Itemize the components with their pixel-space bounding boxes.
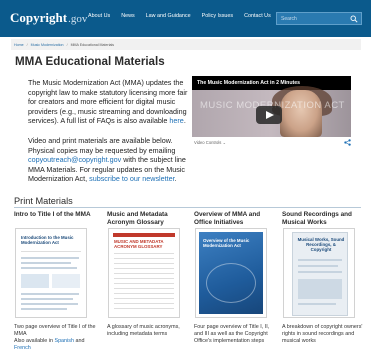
- section-divider: [14, 207, 361, 208]
- card-title[interactable]: Overview of MMA and Office Initiatives: [194, 211, 272, 228]
- card-description: A breakdown of copyright owners' rights …: [282, 324, 363, 344]
- page-title: MMA Educational Materials: [15, 55, 165, 68]
- thumb-header-band: [113, 233, 175, 237]
- thumb-table-row: [114, 278, 174, 279]
- nav-link-about-us[interactable]: About Us: [88, 13, 110, 19]
- thumb-title: MUSIC AND METADATA ACRONYM GLOSSARY: [114, 239, 164, 249]
- video-title: The Music Modernization Act in 2 Minutes: [197, 80, 300, 86]
- intro-text: The Music Modernization Act (MMA) update…: [28, 78, 190, 184]
- thumb-text-line: [298, 265, 338, 267]
- logo-suffix: .gov: [68, 13, 88, 25]
- intro-p1-text: The Music Modernization Act (MMA) update…: [28, 78, 188, 126]
- logo-text: Copyright: [10, 10, 68, 25]
- thumb-text-line: [21, 303, 78, 305]
- thumb-text-line: [21, 298, 73, 300]
- thumb-table-row: [114, 283, 174, 284]
- copyright-gov-logo[interactable]: Copyright .gov: [10, 10, 87, 26]
- thumb-table-row: [114, 253, 174, 254]
- card-thumbnail[interactable]: MUSIC AND METADATA ACRONYM GLOSSARY: [108, 228, 180, 318]
- thumb-title: Musical Works, Sound Recordings, & Copyr…: [297, 237, 345, 252]
- print-material-card: Sound Recordings and Musical Works Music…: [282, 211, 362, 344]
- play-button[interactable]: [256, 106, 282, 124]
- thumb-text-line: [21, 267, 77, 269]
- intro-p2-text: Video and print materials are available …: [28, 135, 176, 155]
- card-title[interactable]: Intro to Title I of the MMA: [14, 211, 92, 228]
- print-material-card: Intro to Title I of the MMA Introduction…: [14, 211, 96, 351]
- thumb-text-line: [298, 259, 342, 261]
- thumb-table-row: [114, 258, 174, 259]
- print-materials-heading: Print Materials: [14, 196, 73, 206]
- nav-link-law-and-guidance[interactable]: Law and Guidance: [146, 13, 191, 19]
- search-input[interactable]: [281, 15, 345, 23]
- french-link[interactable]: French: [14, 345, 31, 351]
- breadcrumb-separator: /: [26, 42, 28, 47]
- faq-link[interactable]: here: [169, 116, 183, 125]
- thumb-table-row: [114, 288, 174, 289]
- card-thumbnail[interactable]: Musical Works, Sound Recordings, & Copyr…: [283, 228, 355, 318]
- share-icon[interactable]: [344, 139, 351, 146]
- main-nav: About Us News Law and Guidance Policy Is…: [88, 13, 282, 19]
- also-available-label: Also available in: [14, 338, 55, 344]
- card-language-links: Also available in Spanish and French: [14, 338, 96, 352]
- thumb-text-line: [298, 271, 342, 273]
- breadcrumb-home[interactable]: Home: [14, 43, 24, 47]
- breadcrumb: Home / Music Modernization / MMA Educati…: [11, 39, 361, 50]
- video-subject: [280, 90, 322, 137]
- print-material-card: Overview of MMA and Office Initiatives O…: [194, 211, 272, 344]
- nav-link-news[interactable]: News: [121, 13, 134, 19]
- and-label: and: [73, 338, 85, 344]
- card-description: A glossary of music acronyms, including …: [107, 324, 180, 337]
- thumb-table-row: [114, 273, 174, 274]
- newsletter-link[interactable]: subscribe to our newsletter: [89, 174, 175, 183]
- thumb-table-row: [114, 268, 174, 269]
- card-title[interactable]: Music and Metadata Acronym Glossary: [107, 211, 185, 228]
- thumb-graphic: [21, 274, 49, 288]
- thumb-text-line: [21, 262, 71, 264]
- chevron-down-icon: ⌄: [222, 140, 227, 145]
- search-icon[interactable]: [350, 15, 358, 23]
- video-controls-toggle[interactable]: Video Controls ⌄: [194, 140, 226, 145]
- thumb-text-line: [21, 293, 79, 295]
- video-controls-label: Video Controls: [194, 140, 222, 145]
- thumb-graphic: [298, 279, 342, 299]
- thumb-text-line: [298, 303, 336, 305]
- thumb-graphic: [206, 263, 256, 303]
- intro-p2-end: .: [174, 174, 177, 184]
- thumb-rule: [21, 251, 81, 252]
- video-player[interactable]: MUSIC MODERNIZATION ACT The Music Modern…: [192, 76, 351, 137]
- search-box: [276, 12, 362, 25]
- thumb-table-row: [114, 263, 174, 264]
- thumb-text-line: [21, 308, 67, 310]
- top-nav-bar: Copyright .gov About Us News Law and Gui…: [0, 0, 371, 37]
- spanish-link[interactable]: Spanish: [54, 338, 73, 344]
- card-title[interactable]: Sound Recordings and Musical Works: [282, 211, 360, 228]
- intro-paragraph-1: The Music Modernization Act (MMA) update…: [28, 78, 190, 126]
- outreach-email-link[interactable]: copyoutreach@copyright.gov: [28, 155, 121, 164]
- card-description: Two page overview of Title I of the MMA …: [14, 324, 96, 352]
- thumb-title: Overview of the Music Modernization Act: [203, 238, 250, 248]
- card-thumbnail[interactable]: Overview of the Music Modernization Act: [195, 228, 267, 318]
- thumb-table-row: [114, 303, 174, 304]
- thumb-text-line: [21, 257, 79, 259]
- card-description: Four page overview of Title I, II, and I…: [194, 324, 270, 344]
- intro-paragraph-2: Video and print materials are available …: [28, 136, 190, 184]
- card-thumbnail[interactable]: Introduction to the Music Modernization …: [15, 228, 87, 318]
- card-desc-text: Two page overview of Title I of the MMA: [14, 324, 96, 337]
- thumb-table-row: [114, 308, 174, 309]
- breadcrumb-separator: /: [66, 42, 68, 47]
- print-material-card: Music and Metadata Acronym Glossary MUSI…: [107, 211, 185, 337]
- thumb-title: Introduction to the Music Modernization …: [21, 235, 74, 245]
- thumb-table-row: [114, 293, 174, 294]
- nav-link-contact-us[interactable]: Contact Us: [244, 13, 271, 19]
- breadcrumb-current: MMA Educational Materials: [70, 42, 115, 47]
- intro-p1-end: .: [183, 116, 186, 126]
- thumb-graphic: [52, 274, 80, 288]
- thumb-table-row: [114, 298, 174, 299]
- nav-link-policy-issues[interactable]: Policy Issues: [202, 13, 233, 19]
- breadcrumb-music-modernization[interactable]: Music Modernization: [31, 43, 64, 47]
